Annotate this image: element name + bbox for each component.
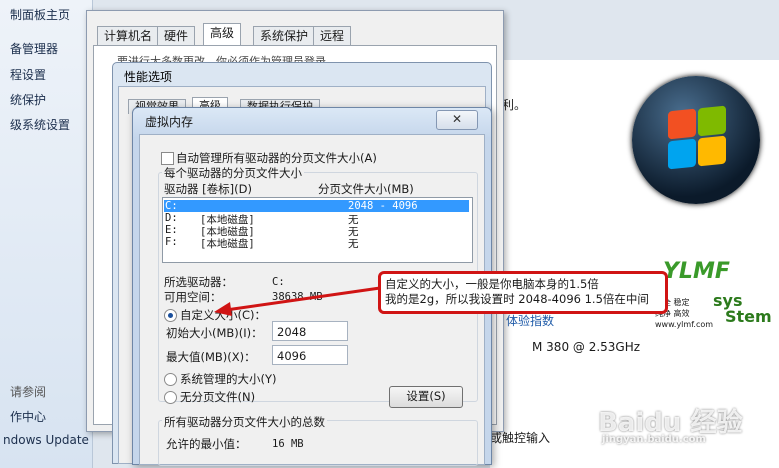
min-allowed-value: 16 MB xyxy=(272,438,304,450)
drive-row-e[interactable]: E: [本地磁盘] 无 xyxy=(164,224,469,238)
column-header-size: 分页文件大小(MB) xyxy=(318,182,414,196)
flag-red xyxy=(668,108,696,140)
drive-row-d[interactable]: D: [本地磁盘] 无 xyxy=(164,212,469,226)
nav-link-device-manager[interactable]: 备管理器 xyxy=(10,40,58,57)
drive-row-c[interactable]: C: 2048 - 4096 xyxy=(164,200,469,212)
system-managed-radio[interactable] xyxy=(164,373,177,386)
flag-green xyxy=(698,105,726,137)
callout-text-line1: 自定义的大小，一般是你电脑本身的1.5倍 xyxy=(385,277,599,291)
max-size-label: 最大值(MB)(X)： xyxy=(166,350,256,364)
tab-system-protection[interactable]: 系统保护 xyxy=(253,26,316,46)
left-nav-panel: 制面板主页 备管理器 程设置 统保护 级系统设置 请参阅 作中心 ndows U… xyxy=(0,0,93,468)
max-size-input[interactable]: 4096 xyxy=(272,345,348,365)
ylmf-logo: YLMF sys Stem 安全 稳定 纯净 高效 www.ylmf.com xyxy=(655,259,772,329)
initial-size-input[interactable]: 2048 xyxy=(272,321,348,341)
close-button[interactable]: ✕ xyxy=(436,110,478,130)
per-drive-group-title: 每个驱动器的分页文件大小 xyxy=(162,165,304,181)
min-allowed-label: 允许的最小值： xyxy=(166,437,247,451)
experience-index-link[interactable]: 体验指数 xyxy=(506,312,554,329)
tab-advanced[interactable]: 高级 xyxy=(203,23,242,47)
nav-link-remote-settings[interactable]: 程设置 xyxy=(10,66,46,83)
no-paging-radio[interactable] xyxy=(164,391,177,404)
tab-computer-name[interactable]: 计算机名 xyxy=(97,26,160,46)
auto-manage-label: 自动管理所有驱动器的分页文件大小(A) xyxy=(176,151,377,165)
auto-manage-checkbox[interactable] xyxy=(161,152,174,165)
custom-size-radio[interactable] xyxy=(164,309,177,322)
perf-dialog-title: 性能选项 xyxy=(124,70,173,84)
nav-link-advanced-settings[interactable]: 级系统设置 xyxy=(10,116,70,133)
callout-text-line2: 我的是2g，所以我设置时 2048-4096 1.5倍在中间 xyxy=(385,292,649,306)
tab-remote[interactable]: 远程 xyxy=(313,26,352,46)
initial-size-label: 初始大小(MB)(I)： xyxy=(166,326,263,340)
drive-row-f[interactable]: F: [本地磁盘] 无 xyxy=(164,236,469,250)
see-also-heading: 请参阅 xyxy=(10,385,47,399)
windows-logo xyxy=(632,76,760,204)
no-paging-label: 无分页文件(N) xyxy=(180,390,256,404)
column-header-drive: 驱动器 [卷标](D) xyxy=(164,182,252,196)
cpu-info: M 380 @ 2.53GHz xyxy=(532,340,641,354)
drive-list[interactable]: C: 2048 - 4096 D: [本地磁盘] 无 E: [本地磁盘] 无 F… xyxy=(162,197,473,263)
callout-arrow-icon xyxy=(214,286,381,316)
system-managed-label: 系统管理的大小(Y) xyxy=(180,372,277,386)
nav-link-system-protection[interactable]: 统保护 xyxy=(10,91,46,108)
vm-dialog-title: 虚拟内存 xyxy=(145,115,194,129)
nav-link-home[interactable]: 制面板主页 xyxy=(10,6,70,23)
baidu-watermark-url: jingyan.baidu.com xyxy=(602,434,706,445)
nav-link-action-center[interactable]: 作中心 xyxy=(10,408,46,425)
set-button[interactable]: 设置(S) xyxy=(389,386,463,408)
total-group-title: 所有驱动器分页文件大小的总数 xyxy=(162,414,327,430)
flag-yellow xyxy=(698,135,726,167)
nav-link-windows-update[interactable]: ndows Update xyxy=(3,433,89,447)
flag-blue xyxy=(668,138,696,170)
tab-hardware[interactable]: 硬件 xyxy=(157,26,196,46)
